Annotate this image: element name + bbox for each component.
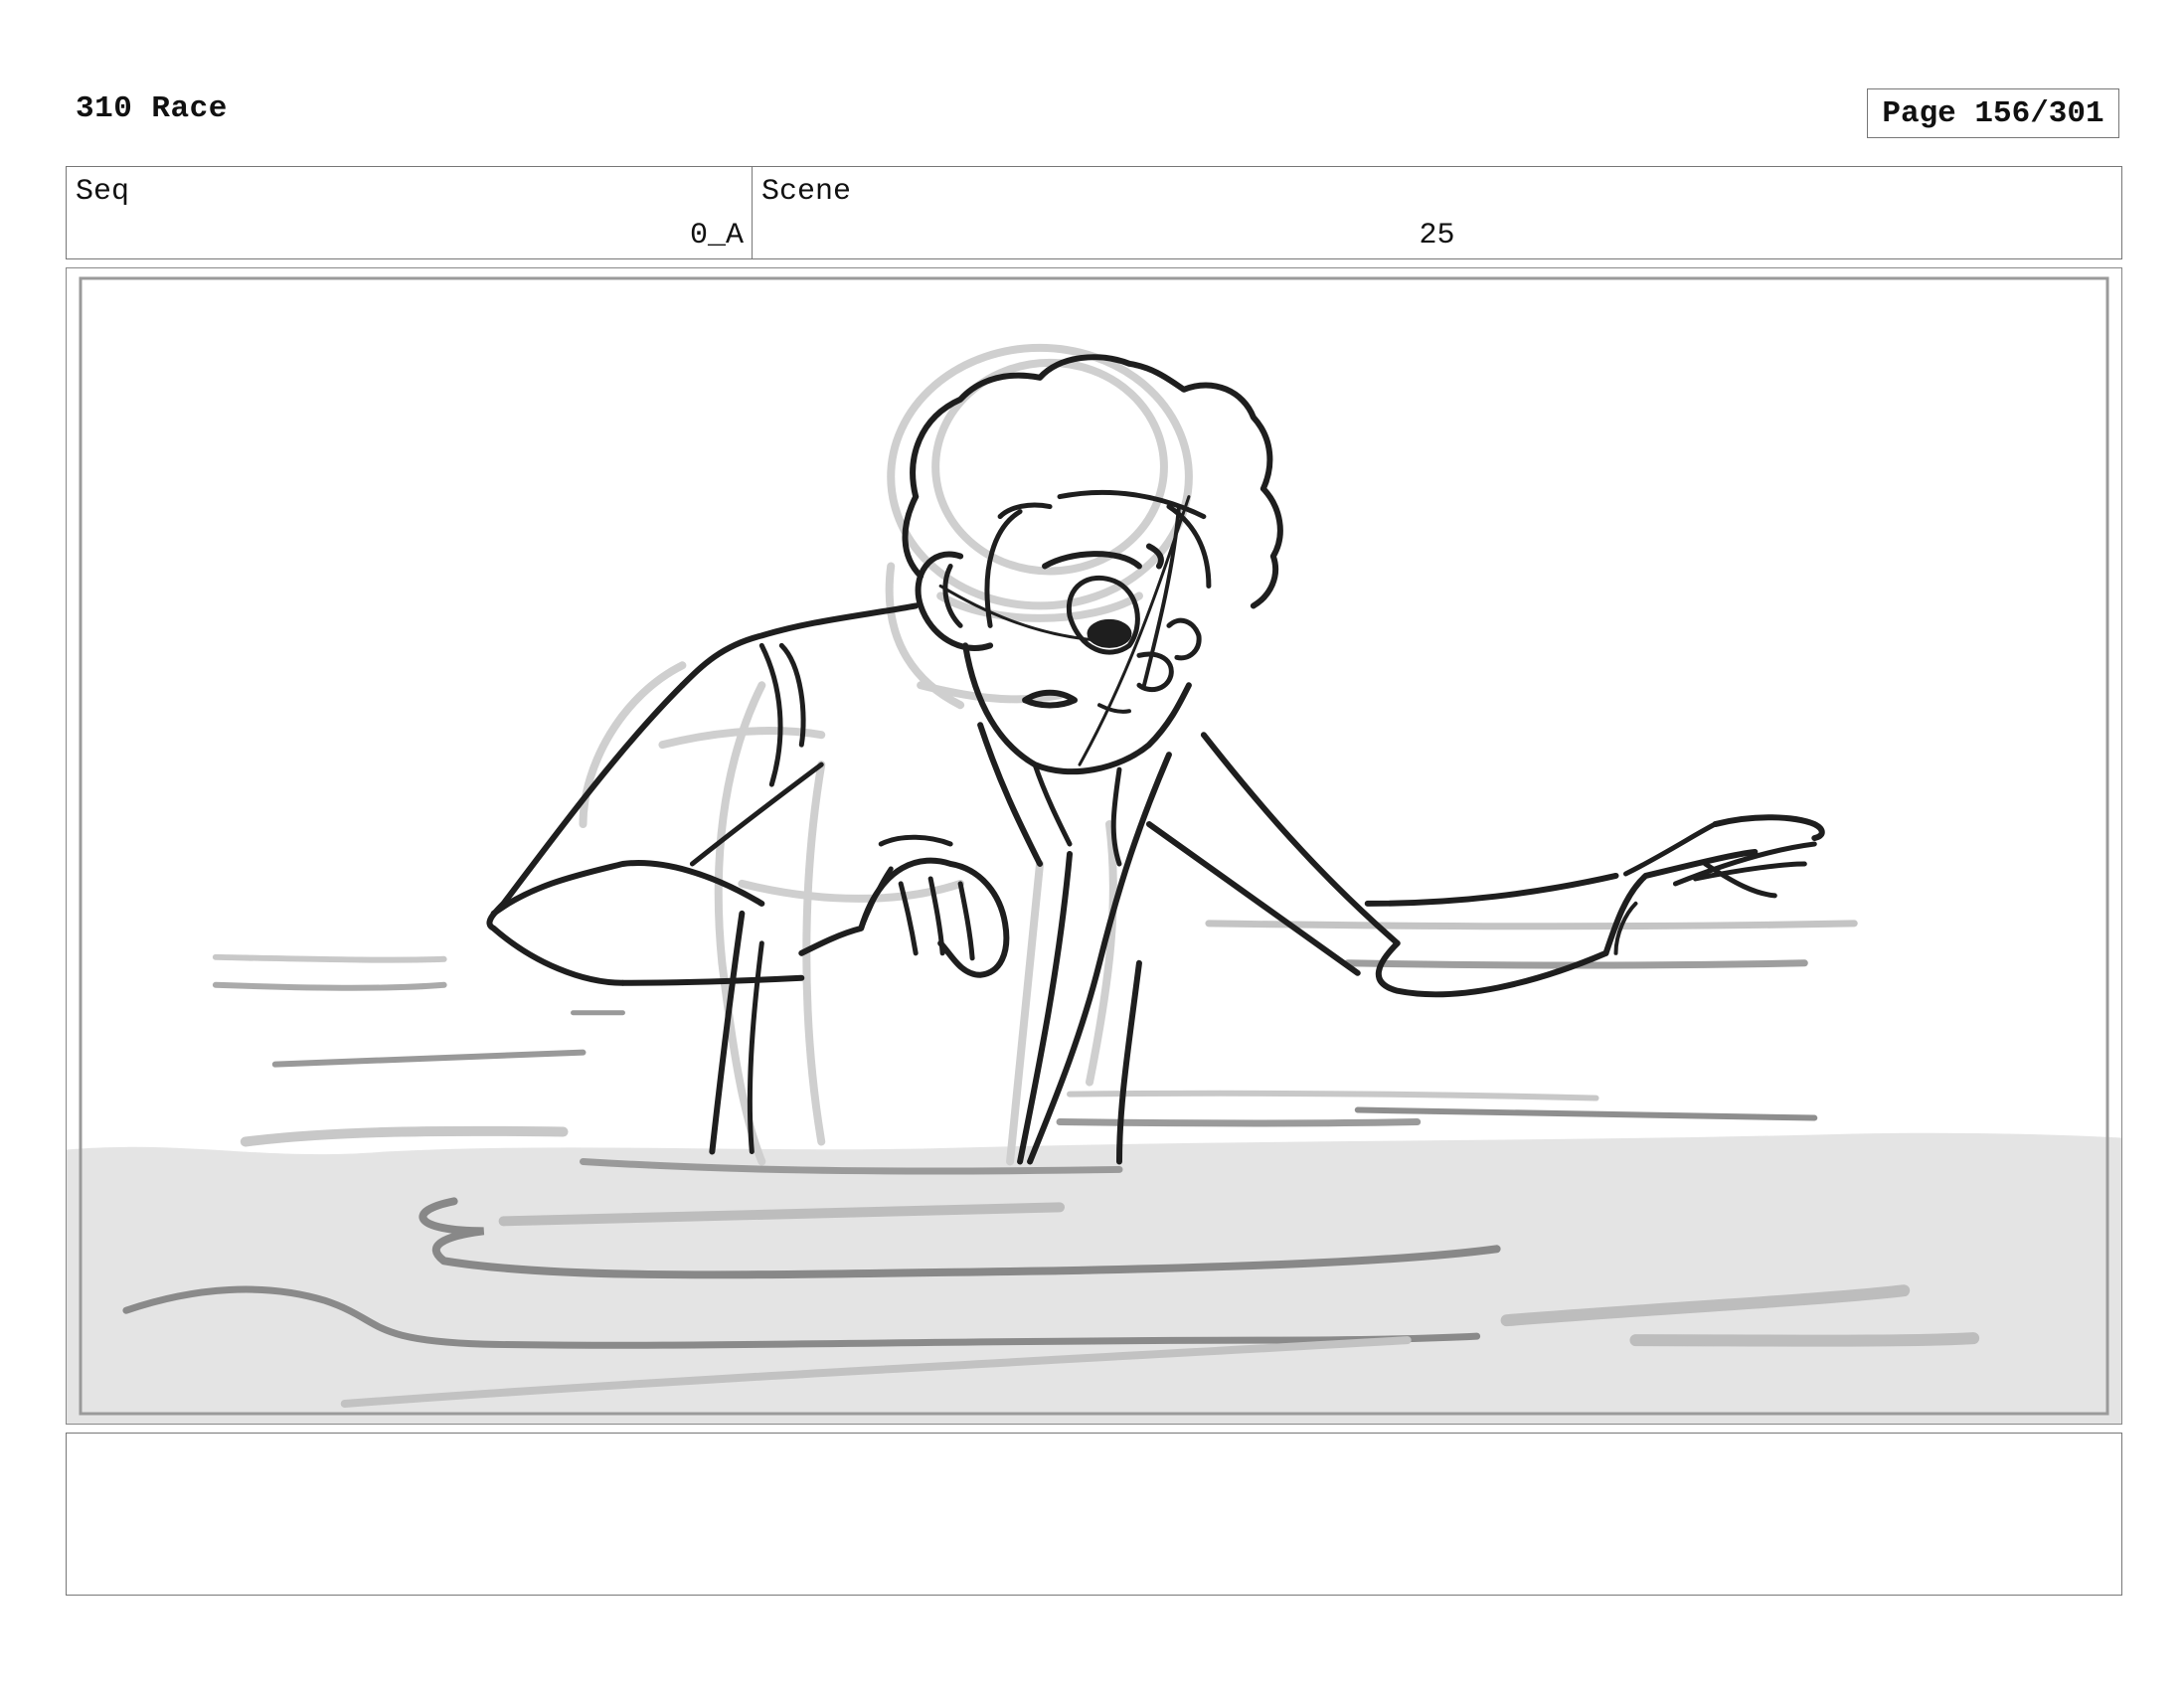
seq-value: 0_A [689,219,744,253]
seq-cell: Seq 0_A [67,167,753,258]
water-fill [67,1132,2121,1424]
scene-value: 25 [1419,219,1455,253]
notes-box [66,1433,2122,1596]
storyboard-sketch [67,276,2121,1424]
storyboard-panel [66,267,2122,1425]
scene-label: Scene [761,175,852,209]
document-title: 310 Race [76,91,228,126]
character-sketch [486,354,1825,1165]
page-indicator: Page 156/301 [1867,88,2119,138]
scene-cell: Scene 25 [753,167,2121,258]
shot-info-row: Seq 0_A Scene 25 [66,166,2122,259]
seq-label: Seq [76,175,130,209]
construction-lines [579,343,1193,1166]
